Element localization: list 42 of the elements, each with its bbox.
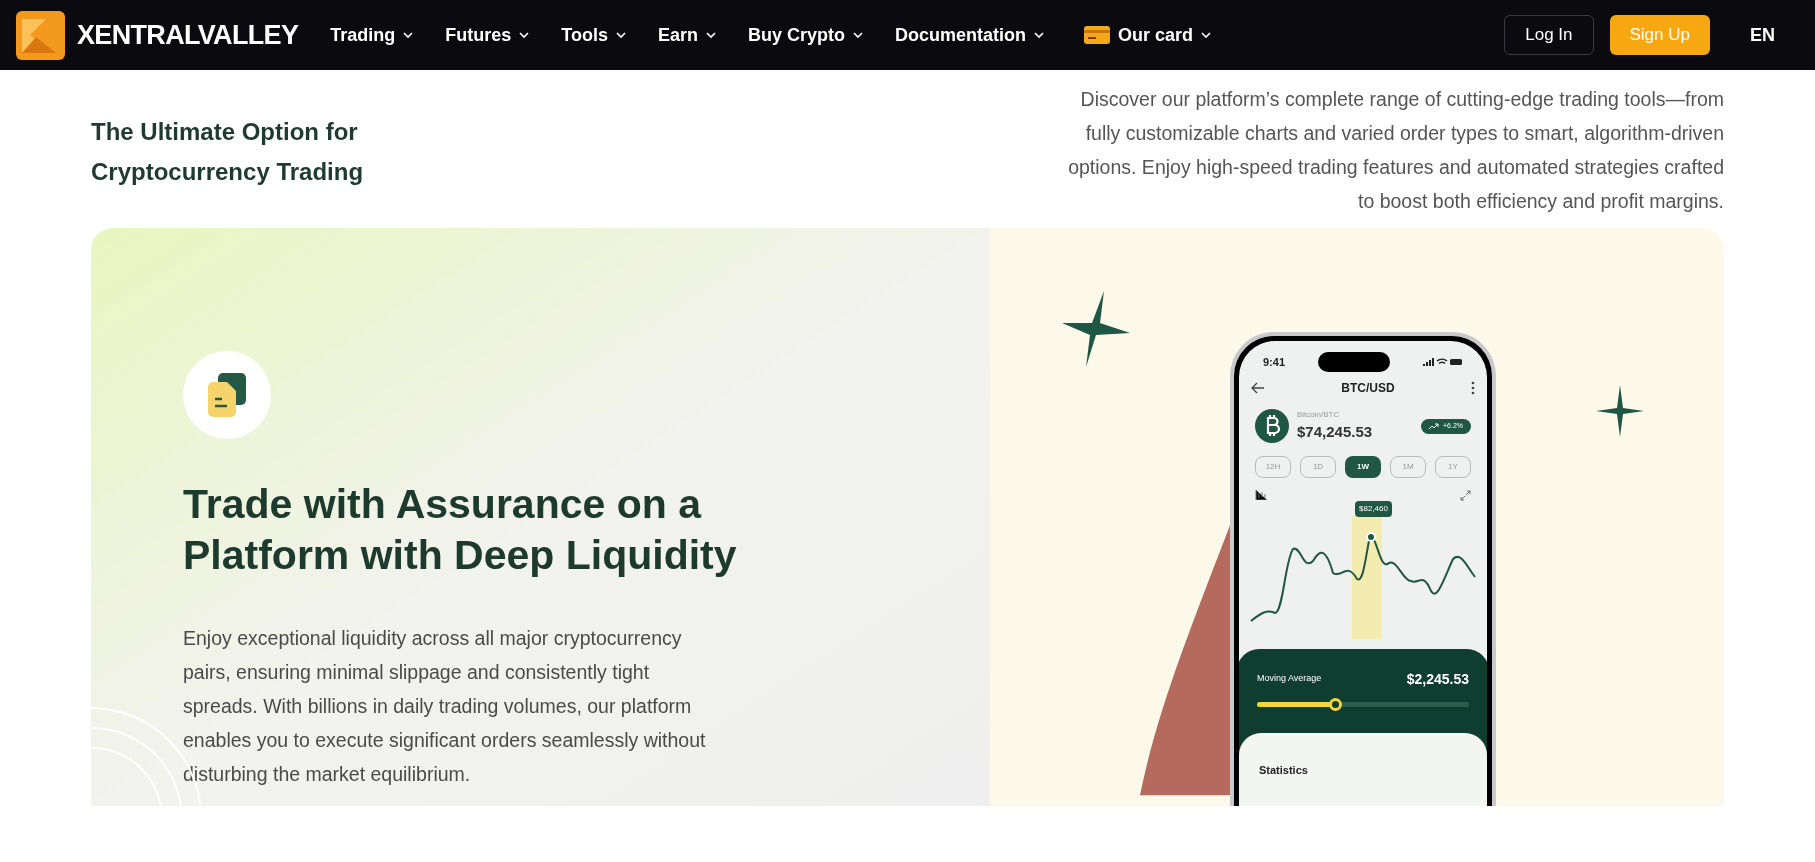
- chevron-down-icon: [519, 31, 530, 39]
- chevron-down-icon: [705, 31, 716, 39]
- nav-menu-item[interactable]: Futures: [445, 21, 530, 49]
- screen-title: BTC/USD: [1341, 380, 1395, 397]
- section-description: Discover our platform’s complete range of cutting-edge trading tools—from fully customizable charts and varied order types to smart, algorithm-driven options. Enjoy high-speed trading features and automated strategies crafted to boost both efficiency and profit margins.: [1067, 87, 1724, 214]
- time-range-tab[interactable]: 1W: [1345, 455, 1381, 478]
- statistics-heading: Statistics: [1259, 763, 1308, 776]
- nav-menu-item[interactable]: Tools: [561, 21, 626, 49]
- chevron-down-icon: [853, 31, 863, 39]
- back-arrow-icon[interactable]: [1251, 382, 1265, 394]
- brand-name: XENTRALVALLEY: [77, 18, 299, 52]
- nav-menu-item[interactable]: Our card: [1084, 21, 1212, 49]
- chart-tooltip: $82,460: [1355, 500, 1392, 517]
- camera-notch: [1318, 352, 1390, 372]
- logo-icon: [16, 10, 65, 60]
- sparkle-icon: [1062, 291, 1130, 367]
- section-heading: The Ultimate Option for Cryptocurrency Trading: [91, 117, 365, 187]
- bitcoin-icon: [1255, 409, 1289, 444]
- signal-wifi-battery-icon: [1423, 357, 1463, 367]
- expand-icon[interactable]: [1460, 489, 1471, 501]
- nav-menu-item[interactable]: Trading: [330, 21, 414, 49]
- coin-label: Bitcoin/BTC: [1297, 409, 1341, 421]
- moving-average-label: Moving Average: [1257, 672, 1322, 686]
- trend-up-icon: [1428, 422, 1439, 430]
- coin-price: $74,245.53: [1297, 422, 1373, 442]
- language-selector[interactable]: EN: [1750, 21, 1775, 49]
- status-time: 9:41: [1263, 354, 1286, 370]
- chevron-down-icon: [1034, 31, 1044, 39]
- feature-description: Enjoy exceptional liquidity across all major cryptocurrency pairs, ensuring minimal slippage and consistently tight spreads. With billions in daily trading volumes, our platform enables you to execute significant orders seamlessly without disturbing the market equilibrium.: [183, 626, 707, 787]
- feature-heading: Trade with Assurance on a Platform with Deep Liquidity: [183, 480, 738, 580]
- nav-menu-item[interactable]: Earn: [657, 21, 716, 49]
- chevron-down-icon: [615, 31, 626, 39]
- moving-average-value: $2,245.53: [1406, 669, 1469, 689]
- credit-card-icon: [1084, 26, 1110, 44]
- slider-thumb[interactable]: [1329, 697, 1343, 711]
- chevron-down-icon: [1201, 31, 1212, 39]
- document-icon: [206, 373, 248, 417]
- nav-menu-item[interactable]: Documentation: [895, 21, 1044, 49]
- chevron-down-icon: [403, 31, 414, 39]
- nav-menu-item[interactable]: Buy Crypto: [747, 21, 863, 49]
- more-icon[interactable]: [1471, 381, 1475, 395]
- login-button[interactable]: Log In: [1504, 15, 1594, 55]
